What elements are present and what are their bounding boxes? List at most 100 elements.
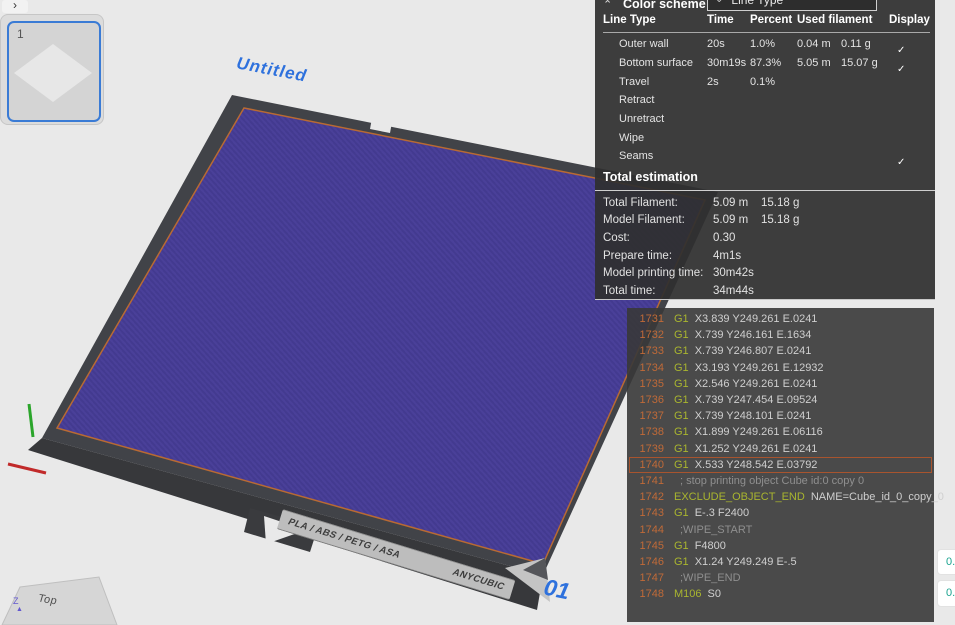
color-scheme-dropdown[interactable]: ⌄ Line Type [707, 0, 877, 11]
legend-row: Retract [595, 91, 935, 110]
gcode-line-number: 1746 [630, 556, 664, 568]
legend-row: Travel 2s 0.1% [595, 72, 935, 91]
line-type-name: Seams [619, 150, 707, 162]
legend-row: Bottom surface 30m19s 87.3% 5.05 m 15.07… [595, 54, 935, 73]
plate-list-panel: 1 [0, 14, 104, 125]
gcode-line[interactable]: 1744 ;WIPE_START [629, 521, 932, 537]
line-type-name: Wipe [619, 132, 707, 144]
legend-header: ⌃ Color scheme ⌄ Line Type [595, 0, 935, 15]
estimation-row: Cost: 0.30 [595, 229, 935, 247]
gcode-line[interactable]: 1746 G1 X1.24 Y249.249 E-.5 [629, 554, 932, 570]
gcode-line[interactable]: 1736 G1 X.739 Y247.454 E.09524 [629, 392, 932, 408]
gcode-command: G1 [674, 345, 689, 357]
gcode-line[interactable]: 1747 ;WIPE_END [629, 570, 932, 586]
gcode-line[interactable]: 1735 G1 X2.546 Y249.261 E.0241 [629, 376, 932, 392]
legend-rows: Outer wall 20s 1.0% 0.04 m 0.11 g Bottom… [595, 35, 935, 166]
estimation-value-2: 15.18 g [761, 214, 799, 226]
gcode-line[interactable]: 1733 G1 X.739 Y246.807 E.0241 [629, 343, 932, 359]
legend-row: Unretract [595, 110, 935, 129]
x-axis-indicator [8, 464, 46, 473]
estimation-rows: Total Filament: 5.09 m 15.18 g Model Fil… [595, 194, 935, 300]
gcode-line[interactable]: 1737 G1 X.739 Y248.101 E.0241 [629, 408, 932, 424]
estimation-label: Total time: [603, 285, 713, 297]
gcode-params: F4800 [695, 540, 726, 552]
gcode-line-number: 1747 [630, 572, 664, 584]
gcode-params: X.739 Y246.807 E.0241 [695, 345, 812, 357]
gcode-line-number: 1740 [630, 459, 664, 471]
column-percent: Percent [750, 14, 797, 32]
color-scheme-dropdown-value: Line Type [731, 0, 783, 7]
gcode-command: G1 [674, 459, 689, 471]
gcode-line-number: 1737 [630, 410, 664, 422]
gcode-line[interactable]: 1731 G1 X3.839 Y249.261 E.0241 [629, 311, 932, 327]
gcode-params: X2.546 Y249.261 E.0241 [695, 378, 818, 390]
gcode-line-number: 1748 [630, 588, 664, 600]
gcode-params: ;WIPE_START [680, 524, 752, 536]
gcode-line[interactable]: 1734 G1 X3.193 Y249.261 E.12932 [629, 360, 932, 376]
gcode-line[interactable]: 1745 G1 F4800 [629, 538, 932, 554]
legend-row: Wipe [595, 128, 935, 147]
line-type-time: 2s [707, 76, 750, 88]
legend-table-header: Line Type Time Percent Used filament Dis… [595, 14, 935, 32]
line-type-time: 20s [707, 38, 750, 50]
gcode-command: G1 [674, 540, 689, 552]
chevron-down-icon: ⌄ [715, 0, 723, 5]
legend-collapse-chevron-icon[interactable]: ⌃ [603, 0, 612, 11]
slider-value-box-1[interactable]: 0. [937, 549, 955, 575]
gcode-line[interactable]: 1748 M106 S0 [629, 586, 932, 602]
slider-value-box-2[interactable]: 0. [937, 580, 955, 607]
estimation-row: Total Filament: 5.09 m 15.18 g [595, 194, 935, 212]
gcode-line-number: 1731 [630, 313, 664, 325]
gcode-command: G1 [674, 394, 689, 406]
gcode-line[interactable]: 1741 ; stop printing object Cube id:0 co… [629, 473, 932, 489]
gcode-line[interactable]: 1740 G1 X.533 Y248.542 E.03792 [629, 457, 932, 473]
line-type-time: 30m19s [707, 57, 750, 69]
plate-thumbnail[interactable]: 1 [7, 21, 101, 122]
nav-cube-top-face[interactable] [2, 577, 117, 625]
plate-number-label: 01 [541, 574, 572, 606]
gcode-command: EXCLUDE_OBJECT_END [674, 491, 805, 503]
gcode-line-number: 1739 [630, 443, 664, 455]
gcode-command: G1 [674, 507, 689, 519]
line-type-used-g: 0.11 g [841, 38, 895, 50]
line-type-name: Bottom surface [619, 57, 707, 69]
gcode-params: E-.3 F2400 [695, 507, 749, 519]
gcode-params: X.533 Y248.542 E.03792 [695, 459, 818, 471]
gcode-line[interactable]: 1739 G1 X1.252 Y249.261 E.0241 [629, 441, 932, 457]
line-type-used-g: 15.07 g [841, 57, 895, 69]
gcode-line[interactable]: 1743 G1 E-.3 F2400 [629, 505, 932, 521]
estimation-label: Model printing time: [603, 267, 713, 279]
line-type-percent: 87.3% [750, 57, 797, 69]
estimation-value-1: 5.09 m [713, 214, 761, 226]
gcode-line[interactable]: 1738 G1 X1.899 Y249.261 E.06116 [629, 424, 932, 440]
gcode-line[interactable]: 1732 G1 X.739 Y246.161 E.1634 [629, 327, 932, 343]
line-type-used-m: 0.04 m [797, 38, 841, 50]
gcode-command: G1 [674, 426, 689, 438]
gcode-line-number: 1742 [630, 491, 664, 503]
column-time: Time [707, 14, 750, 32]
z-axis-arrow-icon: ▲ [16, 606, 23, 613]
gcode-params: ; stop printing object Cube id:0 copy 0 [680, 475, 864, 487]
plate-thumbnail-index: 1 [17, 27, 24, 41]
line-type-name: Outer wall [619, 38, 707, 50]
gcode-command: G1 [674, 313, 689, 325]
legend-panel: ⌃ Color scheme ⌄ Line Type Line Type Tim… [595, 0, 935, 300]
plate-thumbnail-model-shape [14, 44, 92, 102]
thumbnail-collapse-chevron-icon[interactable]: › [2, 0, 28, 13]
column-line-type: Line Type [603, 14, 707, 32]
estimation-value-2: 15.18 g [761, 197, 799, 209]
gcode-params: NAME=Cube_id_0_copy_0 [811, 491, 944, 503]
gcode-line[interactable]: 1742 EXCLUDE_OBJECT_END NAME=Cube_id_0_c… [629, 489, 932, 505]
gcode-line-number: 1733 [630, 345, 664, 357]
gcode-line-number: 1736 [630, 394, 664, 406]
estimation-label: Cost: [603, 232, 713, 244]
gcode-command: G1 [674, 378, 689, 390]
gcode-line-number: 1732 [630, 329, 664, 341]
gcode-params: X.739 Y248.101 E.0241 [695, 410, 812, 422]
gcode-params: X3.839 Y249.261 E.0241 [695, 313, 818, 325]
estimation-value-1: 34m44s [713, 285, 761, 297]
gcode-params: S0 [708, 588, 721, 600]
estimation-value-1: 30m42s [713, 267, 761, 279]
line-type-used-m: 5.05 m [797, 57, 841, 69]
gcode-params: X.739 Y247.454 E.09524 [695, 394, 818, 406]
